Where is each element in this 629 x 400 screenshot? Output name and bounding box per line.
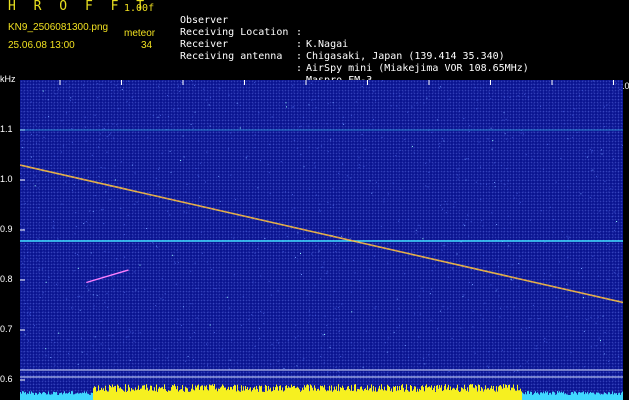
noise-speckles — [20, 80, 623, 376]
datetime-label: 25.06.08 13:00 — [8, 40, 75, 51]
info-key: Receiving antenna — [180, 51, 283, 62]
info-separator: : — [296, 63, 303, 74]
meteor-count: 34 — [141, 40, 153, 51]
info-value: Chigasaki, Japan (139.414 35.340) — [306, 51, 505, 62]
info-value: AirSpy mini (Miakejima VOR 108.65MHz) — [306, 63, 529, 74]
meteor-label: meteor — [124, 28, 156, 39]
meteor-echo — [86, 269, 129, 284]
y-tick-label: 0.8 — [0, 274, 13, 284]
y-tick-label: 0.6 — [0, 374, 13, 384]
info-separator: : — [296, 27, 303, 38]
y-unit-label: kHz — [0, 74, 16, 84]
version-label: 1.00f — [124, 3, 155, 14]
spectrogram-plot — [20, 80, 623, 400]
info-separator: : — [296, 51, 303, 62]
y-tick-label: 0.9 — [0, 224, 13, 234]
info-separator: : — [296, 39, 303, 50]
spectrogram-svg — [20, 80, 623, 400]
y-tick-label: 1.0 — [0, 174, 13, 184]
y-tick-label: 1.1 — [0, 124, 13, 134]
info-value: K.Nagai — [306, 39, 349, 50]
info-key: Receiving Location — [180, 27, 289, 38]
signal-band — [20, 384, 623, 400]
y-tick-label: 0.7 — [0, 324, 13, 334]
filename-label: KN9_2506081300.png — [8, 22, 109, 33]
